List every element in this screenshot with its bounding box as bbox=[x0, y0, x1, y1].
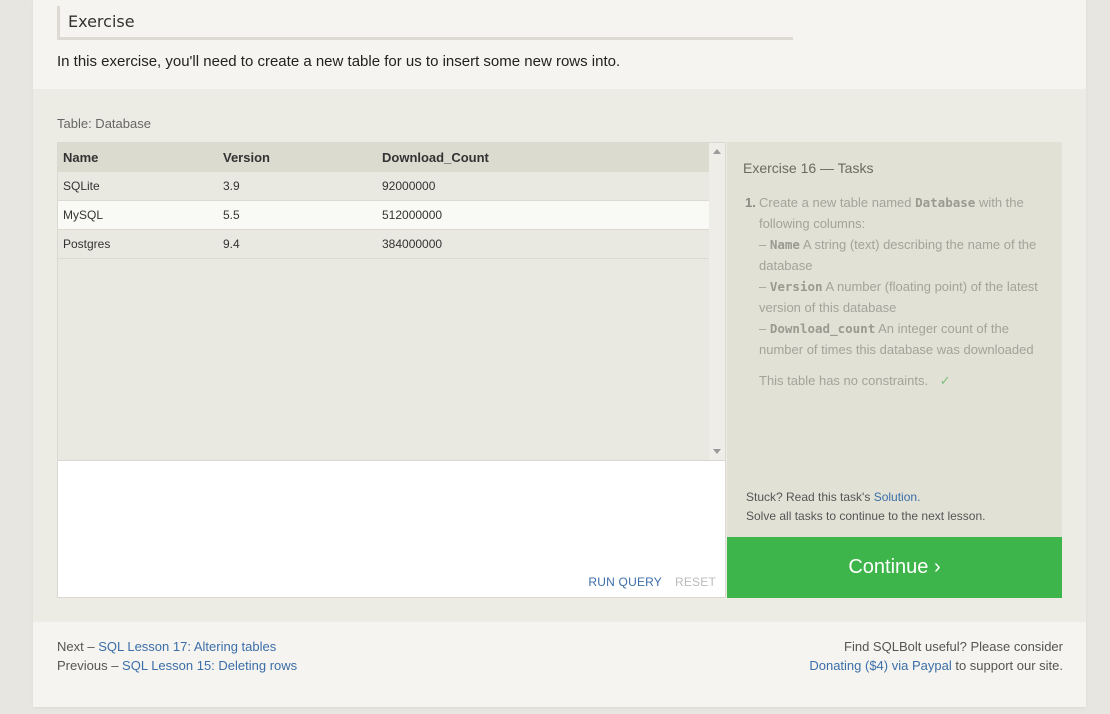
stuck-text: Stuck? Read this task's bbox=[746, 490, 871, 504]
table-row: MySQL 5.5 512000000 bbox=[58, 200, 710, 230]
solve-all-text: Solve all tasks to continue to the next … bbox=[746, 509, 986, 523]
task-number: 1. bbox=[745, 195, 756, 210]
task-constraints: This table has no constraints. ✓ bbox=[759, 370, 1049, 391]
column-header-version: Version bbox=[218, 143, 377, 172]
sql-editor[interactable]: RUN QUERY RESET bbox=[57, 461, 726, 598]
table-row: SQLite 3.9 92000000 bbox=[58, 172, 710, 201]
help-text: Stuck? Read this task's Solution. Solve … bbox=[746, 488, 985, 526]
exercise-heading: Exercise bbox=[57, 6, 793, 40]
column-dash: – bbox=[759, 279, 767, 294]
scroll-down-arrow-icon[interactable] bbox=[713, 449, 721, 454]
reset-button[interactable]: RESET bbox=[675, 575, 716, 589]
run-query-button[interactable]: RUN QUERY bbox=[588, 575, 662, 589]
task-intro: Create a new table named bbox=[759, 195, 912, 210]
task-table-name: Database bbox=[915, 195, 976, 210]
task-column-desc: A string (text) describing the name of t… bbox=[759, 237, 1037, 273]
scroll-up-arrow-icon[interactable] bbox=[713, 149, 721, 154]
tasks-panel: Exercise 16 — Tasks 1. Create a new tabl… bbox=[727, 142, 1062, 537]
table-caption: Table: Database bbox=[57, 116, 151, 131]
donate-intro: Find SQLBolt useful? Please consider bbox=[844, 639, 1063, 654]
exercise-heading-text: Exercise bbox=[68, 12, 135, 31]
table-cell: 9.4 bbox=[218, 229, 377, 259]
table-cell: SQLite bbox=[58, 172, 218, 201]
table-cell: 5.5 bbox=[218, 200, 377, 230]
solution-link[interactable]: Solution. bbox=[874, 490, 921, 504]
exercise-area: Table: Database Name Version Download_Co… bbox=[33, 89, 1086, 622]
table-row: Postgres 9.4 384000000 bbox=[58, 229, 710, 259]
table-cell: 512000000 bbox=[377, 200, 710, 230]
constraints-text: This table has no constraints. bbox=[759, 373, 929, 388]
task-column-name: Download_count bbox=[769, 321, 876, 336]
check-icon: ✓ bbox=[939, 373, 951, 388]
results-scrollbar[interactable] bbox=[709, 143, 725, 460]
task-item: 1. Create a new table named Database wit… bbox=[745, 192, 1049, 391]
continue-button[interactable]: Continue › bbox=[727, 537, 1062, 598]
table-cell: 384000000 bbox=[377, 229, 710, 259]
table-cell: 3.9 bbox=[218, 172, 377, 201]
previous-lesson-link[interactable]: SQL Lesson 15: Deleting rows bbox=[122, 658, 297, 673]
next-prefix: Next – bbox=[57, 639, 95, 654]
previous-prefix: Previous – bbox=[57, 658, 119, 673]
table-cell: MySQL bbox=[58, 200, 218, 230]
donate-section: Find SQLBolt useful? Please consider Don… bbox=[809, 637, 1063, 675]
donate-tail: to support our site. bbox=[955, 658, 1063, 673]
tasks-title: Exercise 16 — Tasks bbox=[743, 160, 874, 176]
table-cell: 92000000 bbox=[377, 172, 710, 201]
task-column-name: Name bbox=[769, 237, 800, 252]
donate-link[interactable]: Donating ($4) via Paypal bbox=[809, 658, 951, 673]
lesson-nav: Next – SQL Lesson 17: Altering tables Pr… bbox=[57, 637, 297, 675]
exercise-intro: In this exercise, you'll need to create … bbox=[57, 53, 621, 70]
column-header-download-count: Download_Count bbox=[377, 143, 710, 172]
table-cell: Postgres bbox=[58, 229, 218, 259]
column-header-name: Name bbox=[58, 143, 218, 172]
next-lesson-link[interactable]: SQL Lesson 17: Altering tables bbox=[98, 639, 276, 654]
column-dash: – bbox=[759, 321, 767, 336]
column-dash: – bbox=[759, 237, 767, 252]
results-table[interactable]: Name Version Download_Count SQLite 3.9 9… bbox=[57, 142, 726, 461]
task-column-name: Version bbox=[769, 279, 823, 294]
lesson-page: Exercise In this exercise, you'll need t… bbox=[33, 0, 1086, 707]
